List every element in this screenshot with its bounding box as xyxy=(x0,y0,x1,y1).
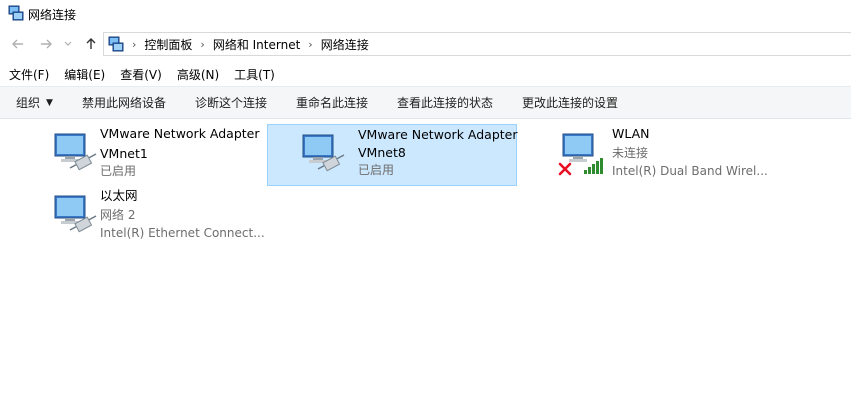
breadcrumb-network-connections[interactable]: 网络连接 xyxy=(321,36,369,53)
chevron-down-icon[interactable] xyxy=(62,34,74,54)
disconnected-x-icon xyxy=(558,162,572,176)
forward-arrow-icon[interactable] xyxy=(37,34,55,54)
address-bar[interactable]: › 控制面板 › 网络和 Internet › 网络连接 xyxy=(103,32,851,56)
breadcrumb-separator-icon[interactable]: › xyxy=(200,38,204,51)
breadcrumb-network-internet[interactable]: 网络和 Internet xyxy=(213,36,300,53)
navigation-bar: › 控制面板 › 网络和 Internet › 网络连接 xyxy=(0,32,851,56)
up-arrow-icon[interactable] xyxy=(82,34,100,54)
connection-network: 未连接 xyxy=(612,146,649,160)
organize-label: 组织 xyxy=(16,96,41,110)
connection-name: VMware Network Adapter xyxy=(100,126,260,141)
menu-advanced[interactable]: 高级(N) xyxy=(177,64,219,84)
signal-bars-icon xyxy=(584,158,603,174)
connection-network: 网络 2 xyxy=(100,208,136,222)
menu-tools[interactable]: 工具(T) xyxy=(234,64,275,84)
command-bar: 组织 ▼ 禁用此网络设备 诊断这个连接 重命名此连接 查看此连接的状态 更改此连… xyxy=(0,86,851,119)
dropdown-caret-icon: ▼ xyxy=(46,97,53,108)
breadcrumb-separator-icon[interactable]: › xyxy=(308,38,312,51)
title-bar: 网络连接 xyxy=(0,0,851,28)
connection-ethernet[interactable]: 以太网 网络 2 Intel(R) Ethernet Connect... xyxy=(48,184,298,246)
back-arrow-icon[interactable] xyxy=(9,34,27,54)
connection-name: WLAN xyxy=(612,126,650,141)
network-adapter-icon xyxy=(302,134,345,172)
breadcrumb-control-panel[interactable]: 控制面板 xyxy=(144,36,192,53)
breadcrumb-separator-icon[interactable]: › xyxy=(132,38,136,51)
connection-network: VMnet1 xyxy=(100,146,148,161)
control-panel-icon xyxy=(108,36,124,52)
connection-adapter: Intel(R) Dual Band Wirel... xyxy=(612,164,768,178)
disable-device-button[interactable]: 禁用此网络设备 xyxy=(82,94,166,111)
connection-name: VMware Network Adapter xyxy=(358,127,518,142)
organize-button[interactable]: 组织 ▼ xyxy=(16,94,53,111)
diagnose-button[interactable]: 诊断这个连接 xyxy=(195,94,267,111)
menu-bar: 文件(F) 编辑(E) 查看(V) 高级(N) 工具(T) xyxy=(0,64,851,84)
connection-vmnet1[interactable]: VMware Network Adapter VMnet1 已启用 xyxy=(48,122,298,184)
change-settings-button[interactable]: 更改此连接的设置 xyxy=(522,94,618,111)
view-status-button[interactable]: 查看此连接的状态 xyxy=(397,94,493,111)
menu-view[interactable]: 查看(V) xyxy=(120,64,162,84)
connection-status: 已启用 xyxy=(358,163,395,177)
connection-wlan[interactable]: WLAN 未连接 Intel(R) Dual Band Wirel... xyxy=(556,122,806,184)
network-connections-icon xyxy=(8,5,24,21)
menu-edit[interactable]: 编辑(E) xyxy=(64,64,105,84)
connection-status: 已启用 xyxy=(100,164,137,178)
connection-vmnet8[interactable]: VMware Network Adapter VMnet8 已启用 xyxy=(267,124,518,186)
connection-name: 以太网 xyxy=(100,188,138,203)
connection-network: VMnet8 xyxy=(358,145,406,160)
connection-adapter: Intel(R) Ethernet Connect... xyxy=(100,226,265,240)
menu-file[interactable]: 文件(F) xyxy=(9,64,49,84)
rename-button[interactable]: 重命名此连接 xyxy=(296,94,368,111)
window-title: 网络连接 xyxy=(28,8,77,22)
network-adapter-icon xyxy=(54,133,97,171)
connections-list: VMware Network Adapter VMnet1 已启用 VMware… xyxy=(0,118,851,416)
ethernet-adapter-icon xyxy=(54,195,97,233)
